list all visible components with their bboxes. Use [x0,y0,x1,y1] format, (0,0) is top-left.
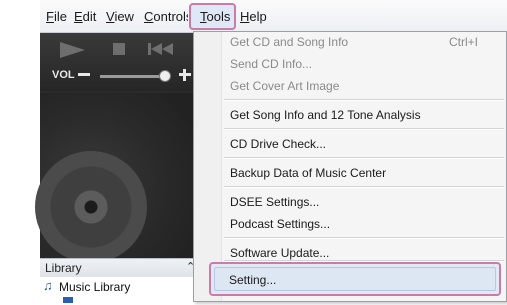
volume-slider[interactable] [100,75,168,78]
volume-down-icon[interactable] [78,73,90,77]
menu-item-12-tone-analysis[interactable]: Get Song Info and 12 Tone Analysis [230,108,421,122]
library-header: Library ⌃ [40,258,200,277]
menu-gutter [194,32,222,301]
menu-help[interactable]: Help [240,9,267,24]
volume-up-icon[interactable] [179,69,191,81]
library-item-label: Music Library [59,280,131,294]
transport-controls: VOL [40,33,200,91]
shortcut-ctrl-i: Ctrl+I [448,35,478,49]
album-art-area [35,93,200,263]
cd-disc-icon [35,151,147,263]
menu-separator [224,99,504,101]
menu-separator [224,157,504,159]
menu-separator [224,237,504,239]
library-item-partial[interactable] [40,297,200,305]
menu-separator [224,186,504,188]
library-title: Library [45,261,82,275]
player-panel: VOL [35,33,200,263]
menu-item-get-cd-song-info[interactable]: Get CD and Song Info [230,35,348,49]
menu-item-backup-data[interactable]: Backup Data of Music Center [230,166,386,180]
menu-separator [224,128,504,130]
menu-item-podcast-settings[interactable]: Podcast Settings... [230,217,330,231]
menu-file[interactable]: File [46,9,67,24]
volume-slider-knob[interactable] [158,70,171,82]
menu-item-software-update[interactable]: Software Update... [230,246,329,260]
menu-item-setting[interactable]: Setting... [209,262,501,296]
previous-track-icon[interactable] [148,43,174,55]
menu-view[interactable]: View [106,9,134,24]
menu-controls[interactable]: Controls [144,9,188,24]
menu-edit[interactable]: Edit [74,9,96,24]
volume-label: VOL [52,69,75,81]
menu-item-dsee-settings[interactable]: DSEE Settings... [230,195,319,209]
menu-item-cd-drive-check[interactable]: CD Drive Check... [230,137,326,151]
menu-item-send-cd-info[interactable]: Send CD Info... [230,57,312,71]
menu-tools[interactable]: Tools [200,9,230,24]
setting-label: Setting... [229,273,277,287]
library-item-music-library[interactable]: ♫ Music Library [40,277,200,297]
menu-item-get-cover-art[interactable]: Get Cover Art Image [230,79,339,93]
folder-icon [63,297,73,303]
music-note-icon: ♫ [43,278,53,293]
stop-icon[interactable] [113,43,125,55]
play-icon[interactable] [58,41,86,59]
